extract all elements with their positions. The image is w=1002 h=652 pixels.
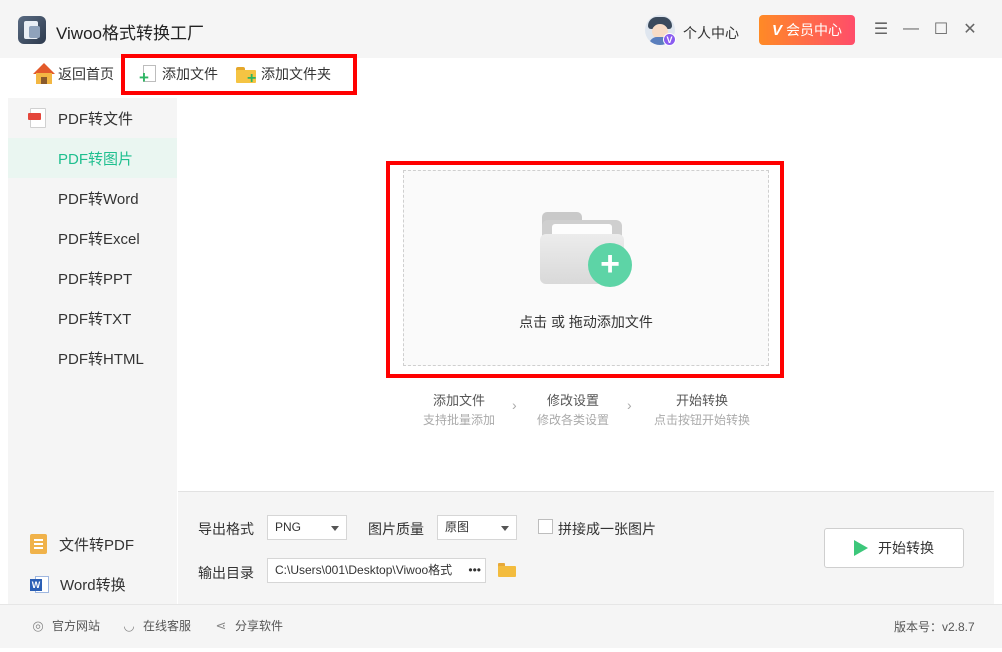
version-label: 版本号：v2.8.7 bbox=[894, 620, 975, 634]
step-title: 修改设置 bbox=[546, 393, 599, 408]
add-file-label: 添加文件 bbox=[162, 66, 218, 82]
sidebar-group-word[interactable]: W Word转换 bbox=[8, 564, 177, 604]
step-add-files: 添加文件 支持批量添加 bbox=[405, 390, 513, 428]
sidebar-group-pdf-label: PDF转文件 bbox=[58, 110, 134, 128]
sidebar-group-pdf[interactable]: PDF转文件 bbox=[8, 98, 177, 138]
export-format-label: 导出格式 bbox=[198, 521, 254, 537]
online-support-label: 在线客服 bbox=[143, 619, 192, 633]
step-start-convert: 开始转换 点击按钮开始转换 bbox=[641, 390, 763, 428]
globe-icon: ◎ bbox=[32, 617, 44, 633]
open-folder-icon[interactable] bbox=[498, 563, 516, 577]
output-dir-label: 输出目录 bbox=[198, 565, 254, 581]
image-quality-value: 原图 bbox=[445, 520, 470, 534]
add-circle-icon[interactable]: + bbox=[588, 243, 632, 287]
export-format-select[interactable]: PNG bbox=[267, 515, 347, 540]
output-dir-field[interactable]: C:\Users\001\Desktop\Viwoo格式 ••• bbox=[267, 558, 486, 583]
pdf-file-icon bbox=[28, 108, 46, 128]
export-format-value: PNG bbox=[275, 520, 302, 534]
home-label: 返回首页 bbox=[58, 66, 114, 82]
minimize-icon[interactable]: — bbox=[900, 18, 922, 40]
step-title: 添加文件 bbox=[432, 393, 485, 408]
home-button[interactable]: 返回首页 bbox=[33, 60, 114, 88]
step-subtitle: 点击按钮开始转换 bbox=[653, 413, 750, 427]
close-icon[interactable]: ✕ bbox=[959, 18, 981, 40]
vip-center-button[interactable]: V 会员中心 bbox=[759, 15, 855, 45]
dropzone-hint: 点击 或 拖动添加文件 bbox=[519, 314, 653, 330]
online-support-link[interactable]: ◡ 在线客服 bbox=[121, 617, 191, 634]
sidebar-group-file-to-pdf[interactable]: 文件转PDF bbox=[8, 524, 177, 564]
step-modify-settings: 修改设置 修改各类设置 bbox=[519, 390, 627, 428]
sidebar-group-word-label: Word转换 bbox=[60, 576, 126, 594]
chevron-right-icon: › bbox=[512, 397, 517, 413]
step-subtitle: 修改各类设置 bbox=[536, 413, 609, 427]
chevron-down-icon bbox=[331, 526, 339, 531]
output-dir-value: C:\Users\001\Desktop\Viwoo格式 bbox=[275, 563, 453, 577]
add-folder-icon: + bbox=[236, 64, 258, 87]
share-software-link[interactable]: ⋖ 分享软件 bbox=[213, 617, 283, 634]
chevron-down-icon bbox=[501, 526, 509, 531]
share-icon: ⋖ bbox=[215, 617, 227, 633]
document-icon bbox=[30, 534, 47, 554]
start-convert-button[interactable]: 开始转换 bbox=[824, 528, 964, 568]
add-file-button[interactable]: + 添加文件 bbox=[139, 60, 218, 88]
vip-verified-icon: V bbox=[663, 33, 676, 46]
official-website-link[interactable]: ◎ 官方网站 bbox=[30, 617, 100, 634]
word-icon: W bbox=[30, 575, 49, 594]
add-folder-button[interactable]: + 添加文件夹 bbox=[236, 60, 331, 88]
step-title: 开始转换 bbox=[675, 393, 728, 408]
official-website-label: 官方网站 bbox=[52, 619, 101, 633]
more-icon[interactable]: ••• bbox=[465, 559, 481, 582]
start-convert-label: 开始转换 bbox=[878, 540, 934, 556]
user-center-link[interactable]: 个人中心 bbox=[683, 23, 739, 43]
app-title: Viwoo格式转换工厂 bbox=[56, 24, 204, 43]
merge-images-checkbox[interactable] bbox=[538, 519, 553, 534]
app-logo-icon bbox=[18, 16, 46, 44]
image-quality-select[interactable]: 原图 bbox=[437, 515, 517, 540]
sidebar-group-file-to-pdf-label: 文件转PDF bbox=[59, 536, 135, 554]
menu-icon[interactable]: ☰ bbox=[870, 18, 892, 40]
merge-images-label: 拼接成一张图片 bbox=[558, 521, 656, 537]
share-software-label: 分享软件 bbox=[235, 619, 284, 633]
play-icon bbox=[854, 540, 868, 556]
image-quality-label: 图片质量 bbox=[368, 521, 424, 537]
maximize-icon[interactable]: ☐ bbox=[930, 18, 952, 40]
headset-icon: ◡ bbox=[123, 617, 135, 633]
home-icon bbox=[33, 63, 55, 85]
add-folder-label: 添加文件夹 bbox=[261, 66, 331, 82]
sidebar-item-pdf-to-word[interactable]: PDF转Word bbox=[8, 178, 177, 218]
sidebar-item-pdf-to-excel[interactable]: PDF转Excel bbox=[8, 218, 177, 258]
sidebar-item-pdf-to-image[interactable]: PDF转图片 bbox=[8, 138, 177, 178]
vip-center-label: 会员中心 bbox=[786, 22, 842, 38]
sidebar-item-pdf-to-txt[interactable]: PDF转TXT bbox=[8, 298, 177, 338]
sidebar-item-pdf-to-html[interactable]: PDF转HTML bbox=[8, 338, 177, 378]
chevron-right-icon: › bbox=[627, 397, 632, 413]
step-subtitle: 支持批量添加 bbox=[422, 413, 495, 427]
sidebar-item-pdf-to-ppt[interactable]: PDF转PPT bbox=[8, 258, 177, 298]
vip-v-icon: V bbox=[771, 21, 782, 39]
add-file-icon: + bbox=[139, 64, 159, 86]
